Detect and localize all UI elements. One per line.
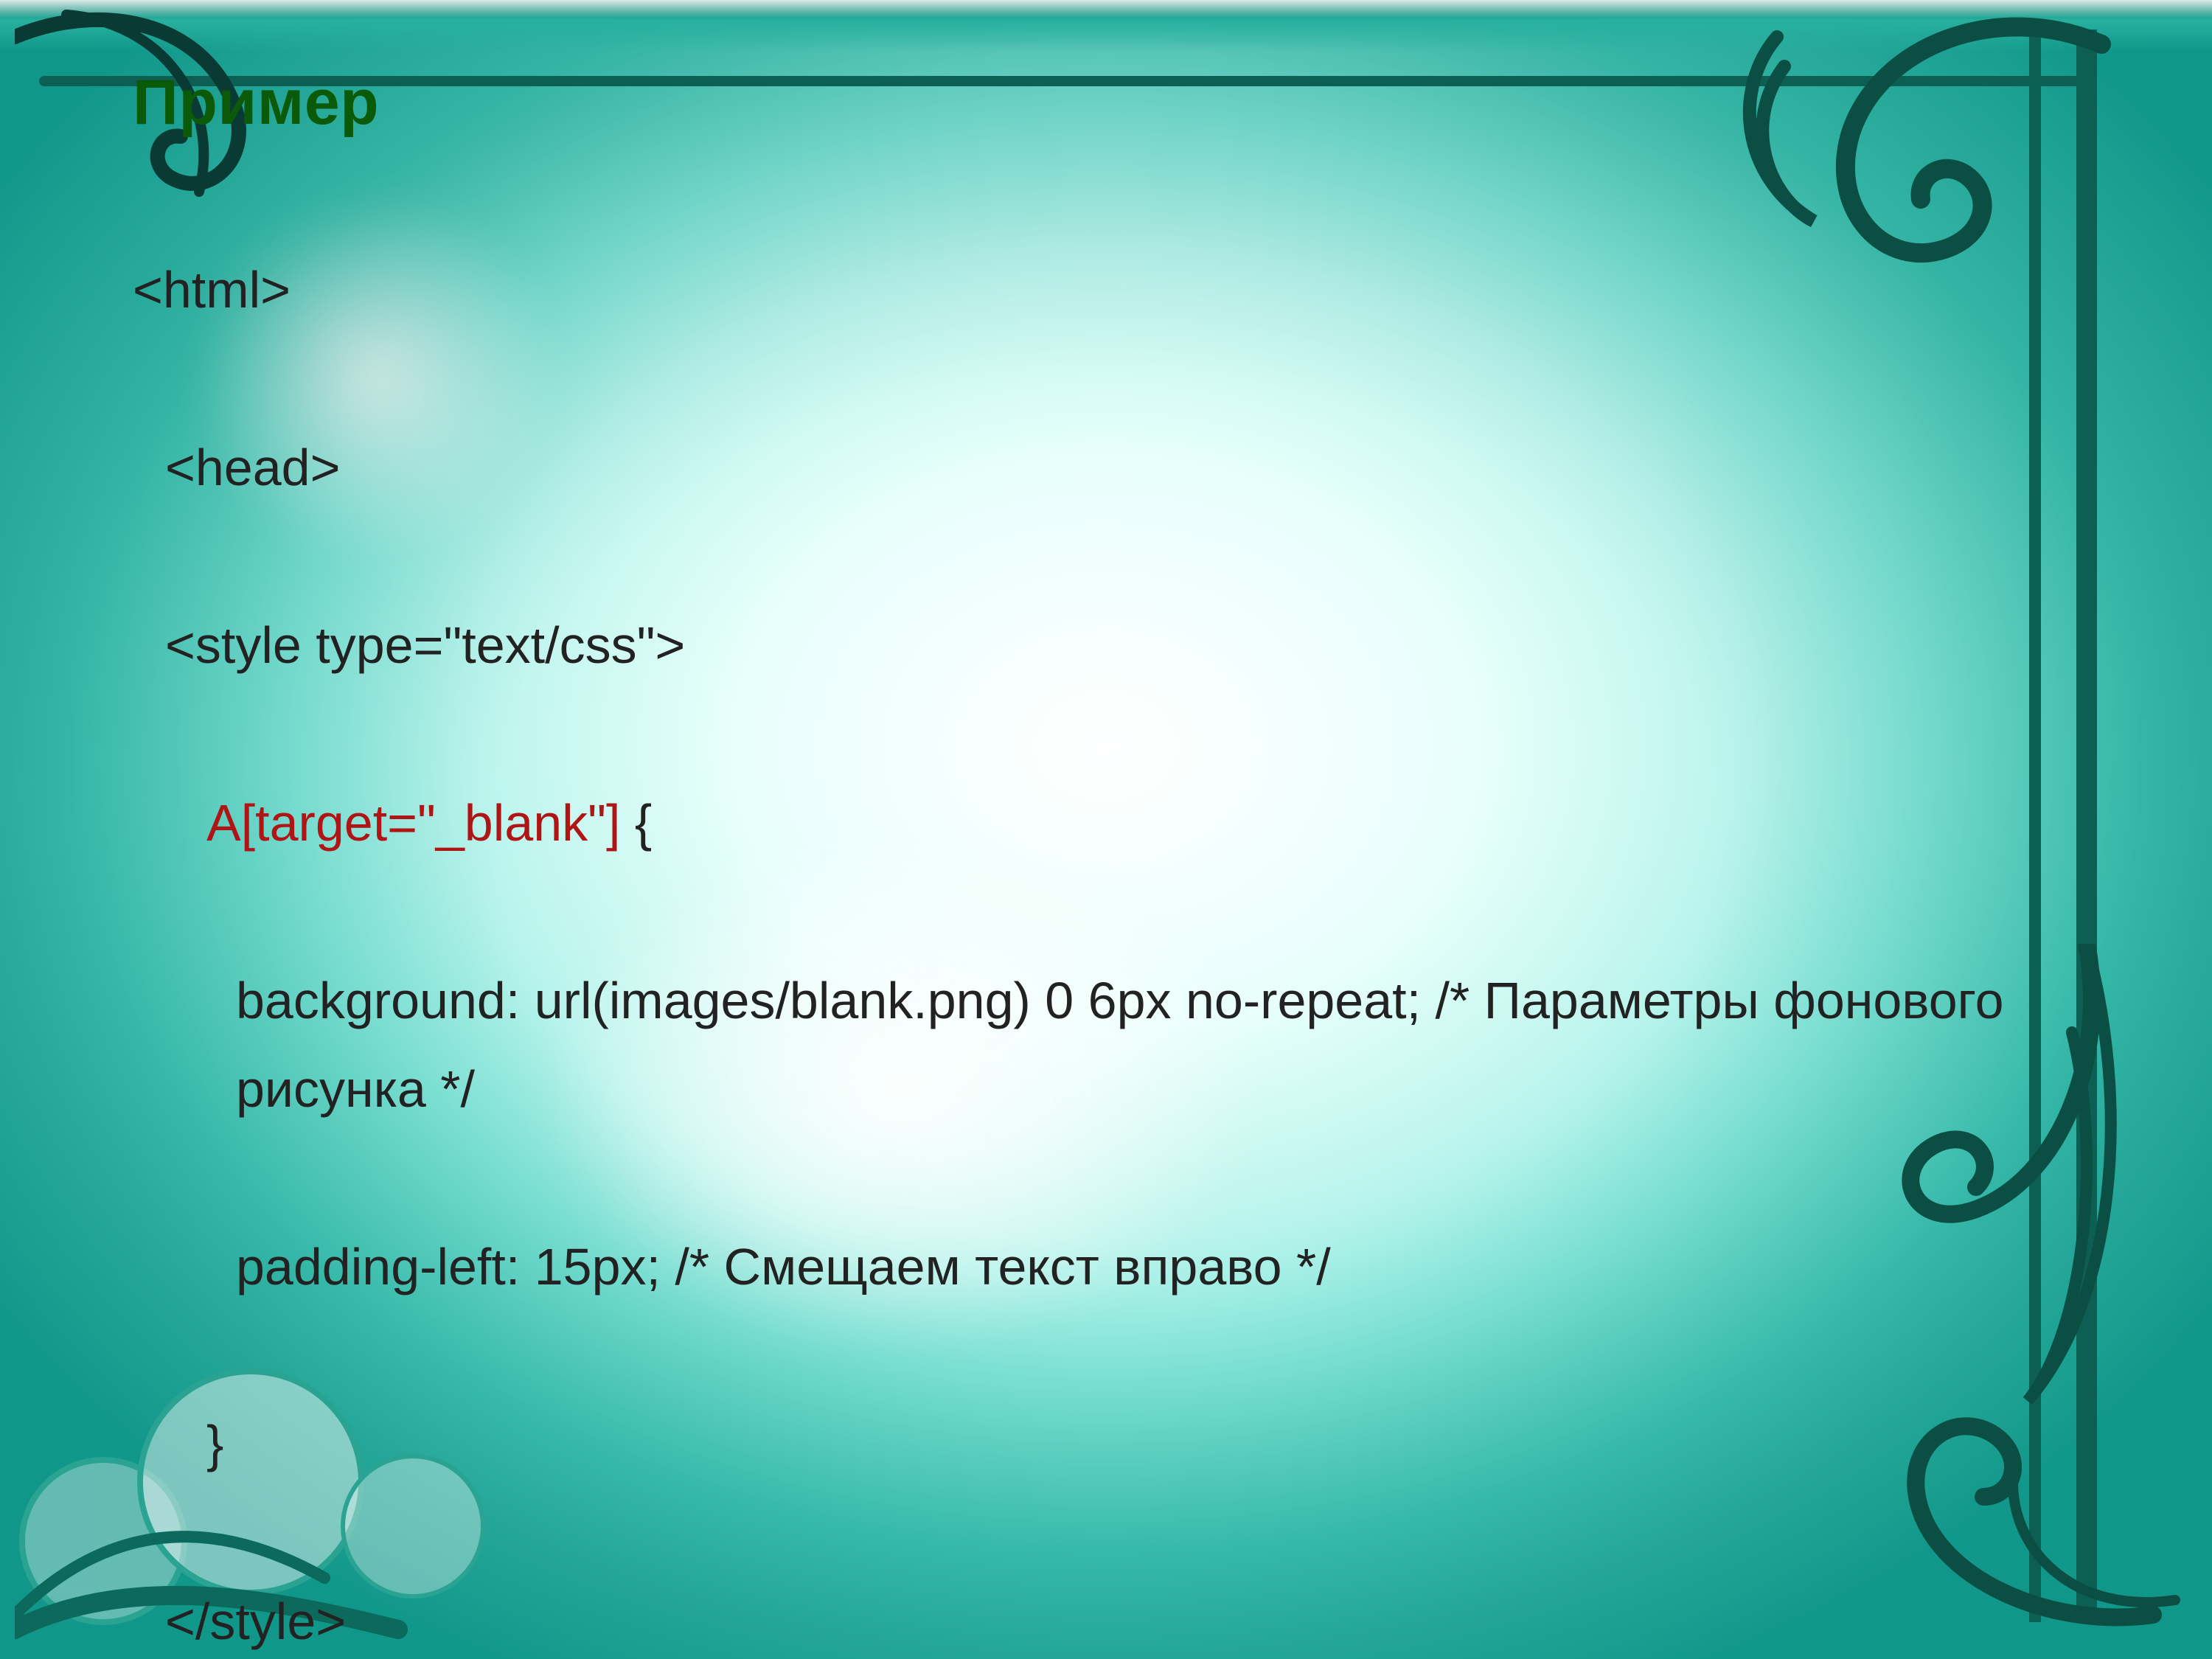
code-line: <style type="text/css"> [133, 601, 685, 689]
slide-content: Пример <html> <head> <style type="text/c… [133, 66, 2050, 1659]
code-text: { [620, 794, 652, 852]
css-selector: A[target="_blank"] [206, 794, 620, 852]
code-line: <html> [133, 261, 291, 319]
code-line: background: url(images/blank.png) 0 6px … [133, 956, 2050, 1134]
code-line: <head> [133, 423, 340, 512]
code-block: <html> <head> <style type="text/css"> A[… [133, 157, 2050, 1659]
code-line: </style> [133, 1577, 346, 1659]
code-line: } [133, 1399, 223, 1488]
code-line: padding-left: 15px; /* Смещаем текст впр… [133, 1222, 1331, 1311]
slide-title: Пример [133, 66, 2050, 139]
slide: Пример <html> <head> <style type="text/c… [0, 0, 2212, 1659]
